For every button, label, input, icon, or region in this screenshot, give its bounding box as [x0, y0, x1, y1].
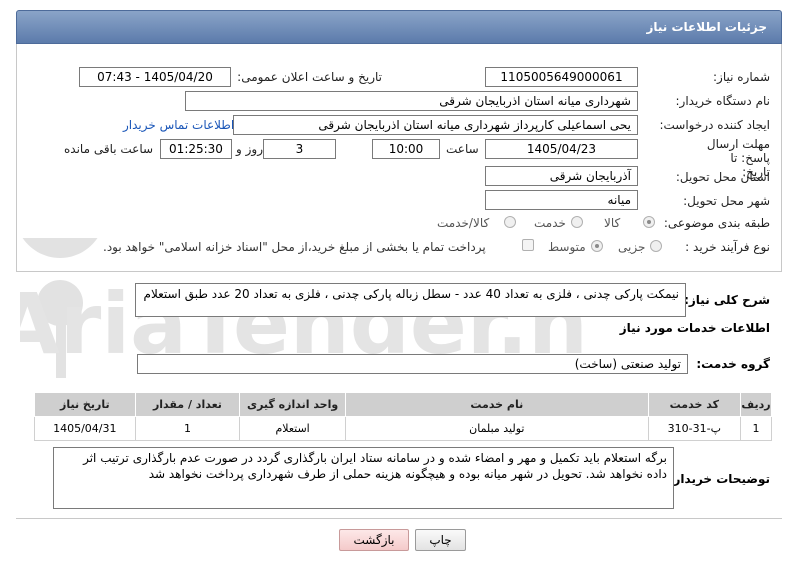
category-radio-goods-service[interactable] [504, 216, 516, 228]
services-table: ردیف کد خدمت نام خدمت واحد اندازه گیری ت… [34, 392, 772, 441]
services-table-header: ردیف کد خدمت نام خدمت واحد اندازه گیری ت… [34, 392, 772, 417]
column-header-quantity: تعداد / مقدار [134, 392, 241, 417]
service-group-label: گروه خدمت: [696, 357, 770, 371]
announce-datetime-label: تاریخ و ساعت اعلان عمومی: [237, 70, 382, 84]
need-number-field[interactable]: 1105005649000061 [485, 67, 638, 87]
category-radio-service[interactable] [571, 216, 583, 228]
category-label: طبقه بندی موضوعی: [663, 216, 770, 230]
remaining-time-label: ساعت باقی مانده [64, 142, 154, 156]
deadline-time-field[interactable]: 10:00 [372, 139, 440, 159]
buyer-notes-label: توضیحات خریدار: [668, 472, 770, 486]
request-creator-field[interactable]: یحی اسماعیلی کارپرداز شهرداری میانه استا… [233, 115, 638, 135]
buyer-org-field[interactable]: شهرداری میانه استان اذربایجان شرقی [185, 91, 638, 111]
table-row: 1 پ-31-310 تولید مبلمان استعلام 1 1405/0… [34, 416, 772, 441]
need-description-label: شرح کلی نیاز: [684, 293, 770, 307]
request-creator-label: ایجاد کننده درخواست: [659, 118, 770, 132]
cell-row-number: 1 [740, 416, 772, 441]
process-radio-minor[interactable] [650, 240, 662, 252]
remaining-time-field[interactable]: 01:25:30 [160, 139, 232, 159]
column-header-service-code: کد خدمت [647, 392, 742, 417]
print-button[interactable]: چاپ [415, 529, 466, 551]
buyer-org-label: نام دستگاه خریدار: [675, 94, 771, 108]
cell-need-date: 1405/04/31 [34, 416, 136, 441]
category-option-goods-service: کالا/خدمت [437, 216, 490, 230]
buyer-notes-field[interactable]: برگه استعلام باید تکمیل و مهر و امضاء شد… [53, 447, 674, 509]
delivery-province-field[interactable]: آذربایجان شرقی [485, 166, 638, 186]
services-section-title: اطلاعات خدمات مورد نیاز [619, 321, 770, 335]
remaining-days-field[interactable]: 3 [263, 139, 336, 159]
need-description-field[interactable]: نیمکت پارکی چدنی ، فلزی به تعداد 40 عدد … [135, 283, 686, 317]
footer-divider [16, 518, 782, 519]
treasury-payment-note: پرداخت تمام یا بخشی از مبلغ خرید،از محل … [103, 240, 486, 254]
page-header: جزئیات اطلاعات نیاز [16, 10, 782, 44]
process-option-minor: جزیی [618, 240, 646, 254]
treasury-payment-checkbox[interactable] [522, 239, 534, 251]
cell-unit: استعلام [239, 416, 346, 441]
back-button[interactable]: بازگشت [339, 529, 409, 551]
delivery-city-field[interactable]: میانه [485, 190, 638, 210]
column-header-row: ردیف [740, 392, 772, 417]
category-option-goods: کالا [604, 216, 621, 230]
cell-service-name: تولید مبلمان [344, 416, 649, 441]
remaining-days-label: روز و [236, 142, 263, 156]
cell-quantity: 1 [134, 416, 241, 441]
deadline-date-field[interactable]: 1405/04/23 [485, 139, 638, 159]
category-option-service: خدمت [534, 216, 566, 230]
column-header-need-date: تاریخ نیاز [34, 392, 136, 417]
delivery-city-label: شهر محل تحویل: [683, 194, 770, 208]
page-title: جزئیات اطلاعات نیاز [646, 20, 767, 34]
cell-service-code: پ-31-310 [647, 416, 742, 441]
column-header-service-name: نام خدمت [344, 392, 649, 417]
announce-datetime-field[interactable]: 1405/04/20 - 07:43 [79, 67, 231, 87]
process-option-medium: متوسط [548, 240, 586, 254]
service-group-field[interactable]: تولید صنعتی (ساخت) [137, 354, 688, 374]
deadline-time-label: ساعت [446, 142, 479, 156]
delivery-province-label: استان محل تحویل: [675, 170, 770, 184]
buyer-contact-link[interactable]: اطلاعات تماس خریدار [123, 118, 234, 132]
process-type-label: نوع فرآیند خرید : [685, 240, 770, 254]
category-radio-goods[interactable] [643, 216, 655, 228]
process-radio-medium[interactable] [591, 240, 603, 252]
column-header-unit: واحد اندازه گیری [239, 392, 346, 417]
need-number-label: شماره نیاز: [713, 70, 770, 84]
